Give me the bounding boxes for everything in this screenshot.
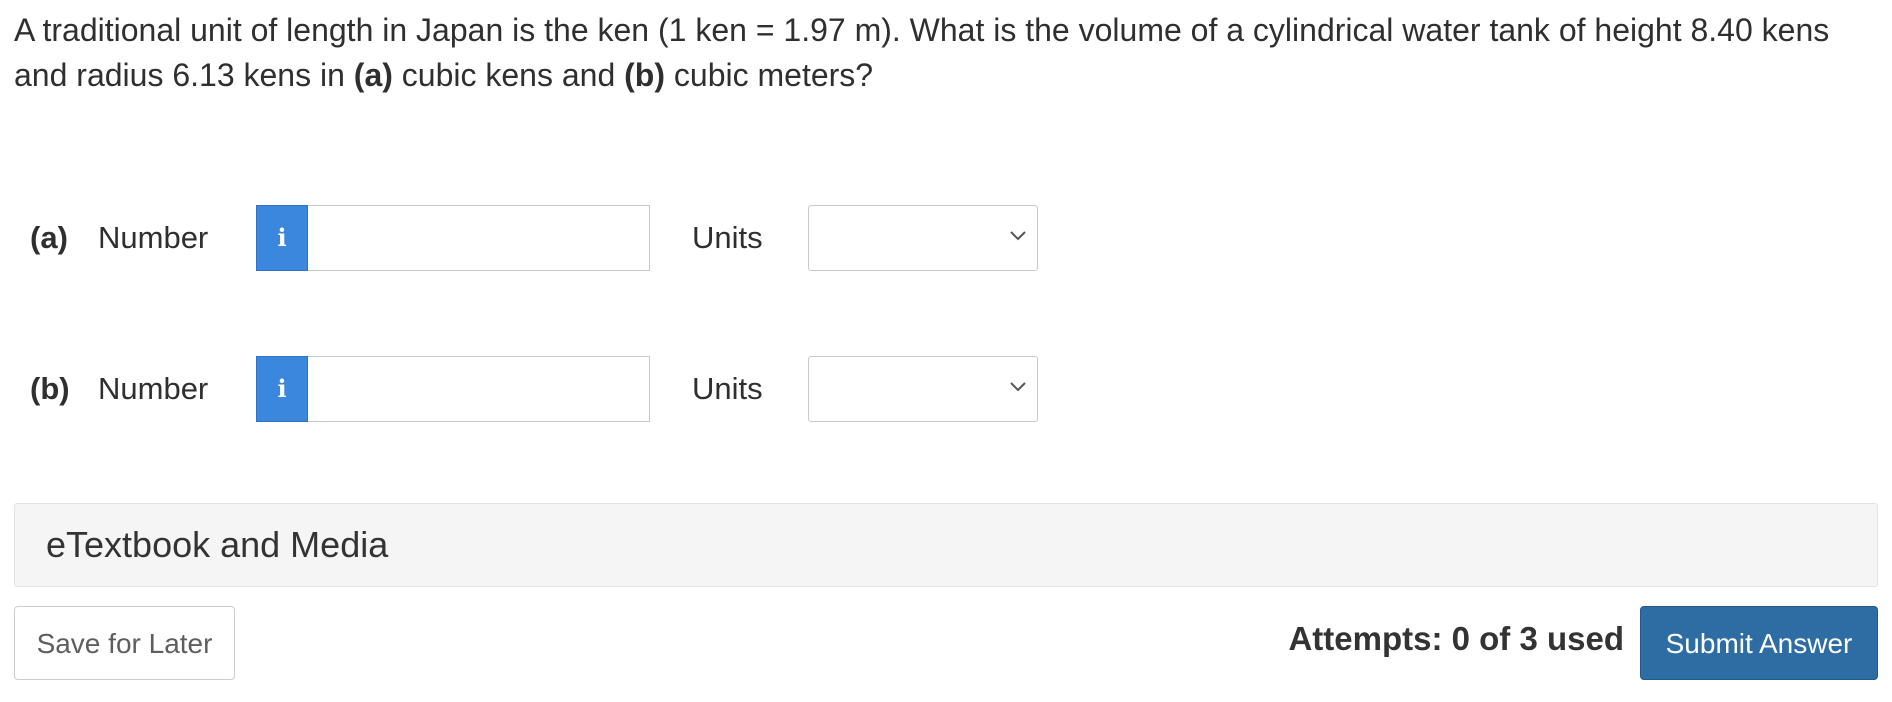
number-input-b[interactable] — [308, 356, 650, 422]
submit-answer-button[interactable]: Submit Answer — [1640, 606, 1878, 680]
units-select-a[interactable] — [808, 205, 1038, 271]
number-label-b: Number — [98, 371, 209, 406]
etextbook-media-panel[interactable]: eTextbook and Media — [14, 503, 1878, 587]
chevron-down-icon — [1010, 231, 1026, 241]
save-for-later-button[interactable]: Save for Later — [14, 606, 235, 680]
info-icon: i — [277, 374, 287, 403]
answer-row-b: (b) Number i Units — [0, 356, 1100, 422]
units-label-a: Units — [692, 220, 763, 255]
part-label-a: (a) — [30, 220, 68, 255]
question-text: A traditional unit of length in Japan is… — [14, 8, 1874, 98]
etextbook-media-label: eTextbook and Media — [46, 524, 389, 565]
answer-row-a: (a) Number i Units — [0, 205, 1100, 271]
number-input-a[interactable] — [308, 205, 650, 271]
units-label-b: Units — [692, 371, 763, 406]
info-button-b[interactable]: i — [256, 356, 308, 422]
number-label-a: Number — [98, 220, 209, 255]
info-icon: i — [277, 223, 287, 252]
question-text-part: cubic kens and — [392, 57, 625, 93]
question-text-part: A traditional unit of length in Japan is… — [14, 12, 1830, 93]
part-label-b: (b) — [30, 371, 70, 406]
chevron-down-icon — [1010, 382, 1026, 392]
units-select-b[interactable] — [808, 356, 1038, 422]
part-b-marker: (b) — [624, 57, 665, 93]
part-a-marker: (a) — [353, 57, 393, 93]
question-text-part: cubic meters? — [665, 57, 874, 93]
info-button-a[interactable]: i — [256, 205, 308, 271]
attempts-counter: Attempts: 0 of 3 used — [1288, 620, 1624, 657]
